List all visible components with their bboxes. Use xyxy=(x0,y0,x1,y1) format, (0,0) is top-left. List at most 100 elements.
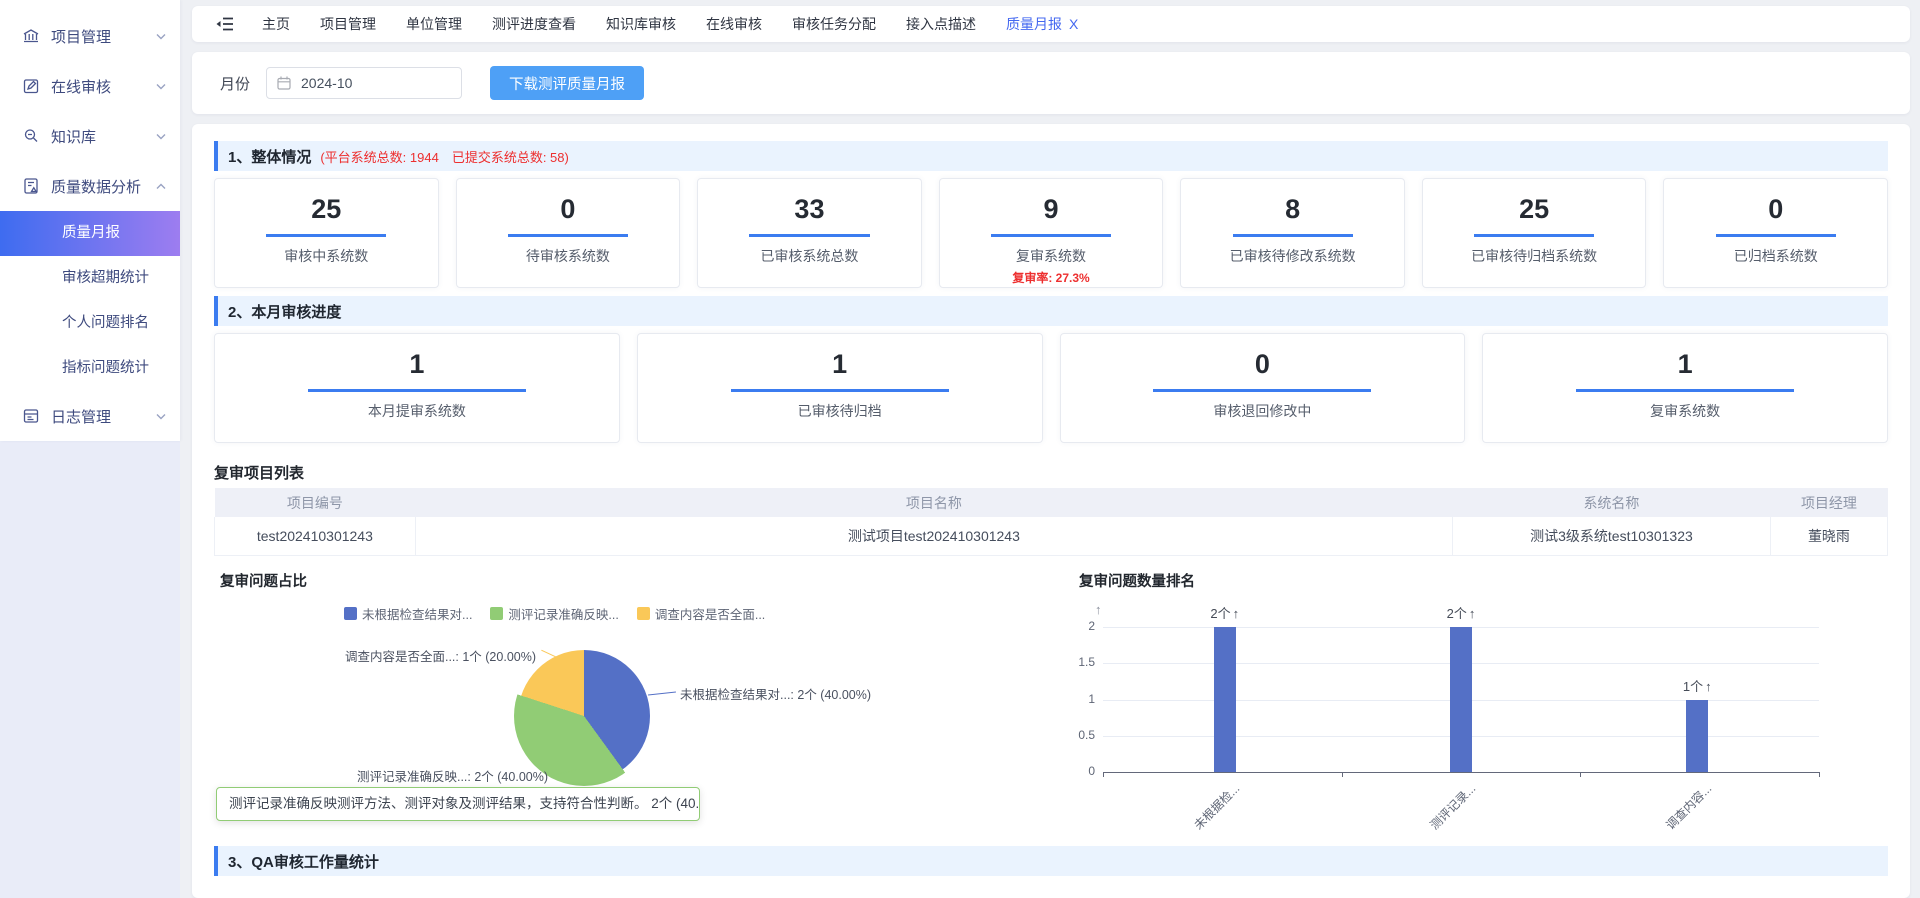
bar-value-text: 2个 xyxy=(1210,606,1230,621)
topnav-tab-7[interactable]: 接入点描述 xyxy=(906,14,976,34)
stat-card-value: 0 xyxy=(1061,350,1465,380)
bar-value-text: 1个 xyxy=(1683,679,1703,694)
topnav-tab-3[interactable]: 测评进度查看 xyxy=(492,14,576,34)
sidebar-background xyxy=(0,441,180,898)
month-label: 月份 xyxy=(220,73,250,94)
stat-card-underline xyxy=(1474,234,1594,237)
stat-card-label: 已审核系统总数 xyxy=(698,246,921,266)
stat-card-value: 33 xyxy=(698,195,921,225)
stat-card-value: 0 xyxy=(457,195,680,225)
search-icon xyxy=(22,127,40,145)
table-cell: 董晓雨 xyxy=(1770,517,1887,556)
sidebar-item-0[interactable]: 项目管理 xyxy=(0,11,180,61)
sidebar-subitem-3-0[interactable]: 质量月报 xyxy=(0,211,180,256)
stat-card-value: 25 xyxy=(1423,195,1646,225)
topnav-tab-1[interactable]: 项目管理 xyxy=(320,14,376,34)
sidebar-subitem-label: 指标问题统计 xyxy=(62,360,149,376)
stat-card-underline xyxy=(266,234,386,237)
legend-label: 调查内容是否全面... xyxy=(655,604,765,623)
pie-callout-label: 调查内容是否全面...: 1个 (20.00%) xyxy=(214,646,536,665)
chevron-down-icon xyxy=(156,33,166,40)
legend-item[interactable]: 测评记录准确反映... xyxy=(490,604,618,623)
bar-1[interactable] xyxy=(1450,627,1472,772)
y-axis-tick-label: 1 xyxy=(1051,692,1095,706)
topnav-tab-label: 主页 xyxy=(262,16,290,32)
sidebar: 项目管理在线审核知识库质量数据分析质量月报审核超期统计个人问题排名指标问题统计日… xyxy=(0,0,180,898)
topnav-tab-8[interactable]: 质量月报X xyxy=(1006,14,1078,34)
topnav-tab-6[interactable]: 审核任务分配 xyxy=(792,14,876,34)
stat-card: 1复审系统数 xyxy=(1482,333,1888,443)
stat-card-label: 复审系统数 xyxy=(1483,401,1887,421)
topnav-tab-5[interactable]: 在线审核 xyxy=(706,14,762,34)
sidebar-item-label: 在线审核 xyxy=(51,76,111,97)
bar-chart-title: 复审问题数量排名 xyxy=(1079,570,1195,591)
topnav-tab-label: 在线审核 xyxy=(706,16,762,32)
bar-value-label: 2个↑ xyxy=(1429,603,1493,622)
y-axis-tick-label: 1.5 xyxy=(1051,655,1095,669)
stat-card-label: 审核退回修改中 xyxy=(1061,401,1465,421)
page: 项目管理在线审核知识库质量数据分析质量月报审核超期统计个人问题排名指标问题统计日… xyxy=(0,0,1920,898)
sidebar-item-1[interactable]: 在线审核 xyxy=(0,61,180,111)
stat-card-label: 本月提审系统数 xyxy=(215,401,619,421)
log-icon xyxy=(22,407,40,425)
bar-value-text: 2个 xyxy=(1447,606,1467,621)
sidebar-subitem-3-1[interactable]: 审核超期统计 xyxy=(0,256,180,301)
sidebar-item-label: 项目管理 xyxy=(51,26,111,47)
topnav-tab-2[interactable]: 单位管理 xyxy=(406,14,462,34)
legend-item[interactable]: 未根据检查结果对... xyxy=(344,604,472,623)
stat-card-underline xyxy=(508,234,628,237)
legend-label: 未根据检查结果对... xyxy=(362,604,472,623)
sidebar-subitem-label: 个人问题排名 xyxy=(62,315,149,331)
sidebar-item-2[interactable]: 知识库 xyxy=(0,111,180,161)
review-table-body: test202410301243测试项目test202410301243测试3级… xyxy=(215,517,1888,556)
sidebar-item-4[interactable]: 日志管理 xyxy=(0,391,180,441)
sidebar-subitem-3-3[interactable]: 指标问题统计 xyxy=(0,346,180,391)
y-axis-arrow: ↑ xyxy=(1095,602,1102,617)
legend-item[interactable]: 调查内容是否全面... xyxy=(637,604,765,623)
table-row: test202410301243测试项目test202410301243测试3级… xyxy=(215,517,1888,556)
section-monthly-title: 2、本月审核进度 xyxy=(228,301,341,322)
stat-card-underline xyxy=(1576,389,1794,392)
stat-card: 0 待审核系统数 xyxy=(456,178,681,288)
stat-card-underline xyxy=(1716,234,1836,237)
stat-card-label: 已归档系统数 xyxy=(1664,246,1887,266)
topnav-tab-0[interactable]: 主页 xyxy=(262,14,290,34)
table-cell: test202410301243 xyxy=(215,517,416,556)
sidebar-subitem-3-2[interactable]: 个人问题排名 xyxy=(0,301,180,346)
bar-0[interactable] xyxy=(1214,627,1236,772)
bar-2[interactable] xyxy=(1686,700,1708,773)
sidebar-menu: 项目管理在线审核知识库质量数据分析质量月报审核超期统计个人问题排名指标问题统计日… xyxy=(0,0,180,441)
pie-graphic[interactable] xyxy=(518,650,650,782)
bar-value-label: 2个↑ xyxy=(1193,603,1257,622)
topnav-tab-label: 接入点描述 xyxy=(906,16,976,32)
up-arrow-icon: ↑ xyxy=(1233,606,1240,621)
topnav-tabs: 主页 项目管理 单位管理 测评进度查看 知识库审核 在线审核 审核任务分配 接入点描述 质量月报… xyxy=(262,14,1078,34)
up-arrow-icon: ↑ xyxy=(1705,679,1712,694)
stat-card-value: 0 xyxy=(1664,195,1887,225)
stat-card-value: 9 xyxy=(940,195,1163,225)
collapse-sidebar-icon[interactable] xyxy=(216,16,234,32)
sidebar-subitem-label: 审核超期统计 xyxy=(62,270,149,286)
up-arrow-icon: ↑ xyxy=(1469,606,1476,621)
topnav-tab-4[interactable]: 知识库审核 xyxy=(606,14,676,34)
pie-label-line xyxy=(648,692,676,696)
stat-card-subtext: 复审率: 27.3% xyxy=(940,269,1163,286)
pie-callout-label: 未根据检查结果对...: 2个 (40.00%) xyxy=(680,684,871,703)
main-area: 主页 项目管理 单位管理 测评进度查看 知识库审核 在线审核 审核任务分配 接入点描述 质量月报… xyxy=(180,0,1920,898)
month-value-input[interactable] xyxy=(299,74,451,92)
legend-swatch xyxy=(490,607,503,620)
stat-card-label: 审核中系统数 xyxy=(215,246,438,266)
tab-close-icon[interactable]: X xyxy=(1069,16,1078,32)
section-overall-title: 1、整体情况 xyxy=(228,146,311,167)
table-header-cell: 项目编号 xyxy=(215,488,416,517)
stat-card-label: 待审核系统数 xyxy=(457,246,680,266)
pie-chart-title: 复审问题占比 xyxy=(220,570,307,591)
pie-callout-label: 测评记录准确反映...: 2个 (40.00%) xyxy=(214,766,548,785)
chevron-up-icon xyxy=(156,183,166,190)
filter-bar: 月份 下载测评质量月报 xyxy=(192,52,1910,114)
month-input[interactable] xyxy=(266,67,462,99)
download-report-button[interactable]: 下载测评质量月报 xyxy=(490,66,644,100)
sidebar-item-3[interactable]: 质量数据分析 xyxy=(0,161,180,211)
x-axis-tick xyxy=(1819,772,1820,777)
stat-card: 0 审核退回修改中 xyxy=(1060,333,1466,443)
